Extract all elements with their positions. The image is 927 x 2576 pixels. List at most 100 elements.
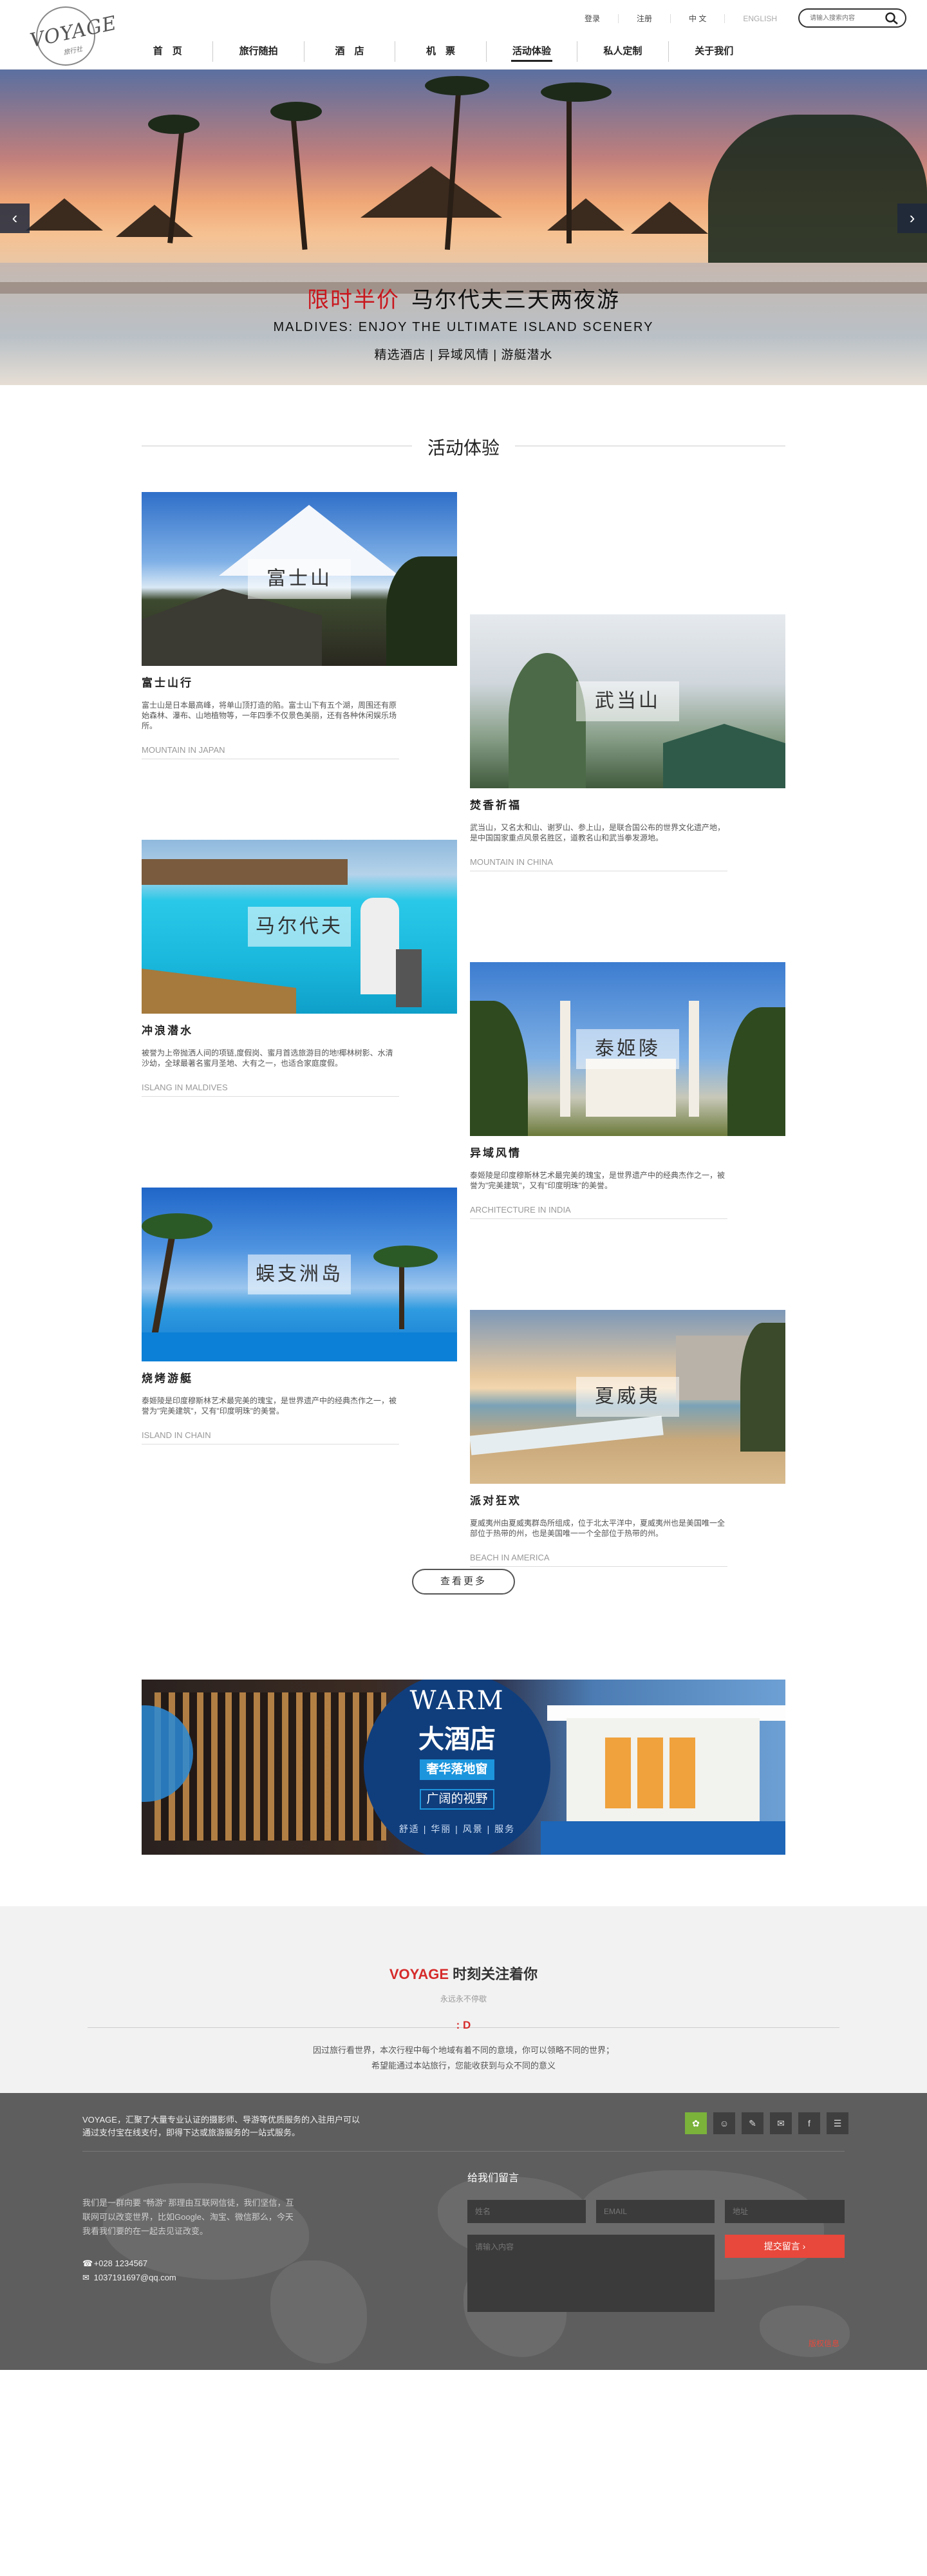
card-location: MOUNTAIN IN CHINA — [470, 857, 554, 867]
activity-card[interactable]: 武当山 焚香祈福 武当山，又名太和山、谢罗山、参上山，是联合国公布的世界文化遗产… — [470, 614, 785, 871]
card-title[interactable]: 异域风情 — [470, 1144, 785, 1160]
nav-about[interactable]: 关于我们 — [669, 41, 760, 62]
lang-english-link[interactable]: ENGLISH — [725, 14, 795, 23]
blog-icon[interactable]: ✎ — [742, 2112, 763, 2134]
search-icon[interactable] — [885, 12, 899, 24]
footer-email[interactable]: 1037191697@qq.com — [94, 2273, 176, 2282]
card-title[interactable]: 烧烤游艇 — [142, 1369, 457, 1385]
card-description: 泰姬陵是印度穆斯林艺术最完美的瑰宝，是世界遗产中的经典杰作之一，被誉为"完美建筑… — [142, 1396, 397, 1416]
email-field[interactable] — [596, 2200, 715, 2223]
rss-icon[interactable]: ☰ — [827, 2112, 848, 2134]
weibo-icon[interactable]: ✿ — [685, 2112, 707, 2134]
nav-home[interactable]: 首 页 — [122, 41, 214, 62]
card-divider — [142, 1096, 399, 1097]
card-location: ISLANG IN MALDIVES — [142, 1083, 228, 1092]
activity-photo[interactable]: 夏威夷 — [470, 1310, 785, 1484]
nav-hotel[interactable]: 酒 店 — [304, 41, 396, 62]
card-title[interactable]: 派对狂欢 — [470, 1492, 785, 1508]
card-title[interactable]: 富士山行 — [142, 674, 457, 690]
hero-caption: 限时半价 马尔代夫三天两夜游 MALDIVES: ENJOY THE ULTIMA… — [0, 282, 927, 363]
activity-photo[interactable]: 泰姬陵 — [470, 962, 785, 1136]
wechat-icon[interactable]: ☺ — [713, 2112, 735, 2134]
submit-message-button[interactable]: 提交留言 › — [725, 2235, 845, 2258]
activity-card[interactable]: 夏威夷 派对狂欢 夏威夷州由夏威夷群岛所组成，位于北太平洋中，夏威夷州也是美国唯… — [470, 1310, 785, 1567]
nav-flights[interactable]: 机 票 — [395, 41, 487, 62]
nav-custom[interactable]: 私人定制 — [577, 41, 669, 62]
banner-window — [670, 1738, 695, 1808]
activity-photo[interactable]: 武当山 — [470, 614, 785, 788]
photo-label: 泰姬陵 — [576, 1029, 679, 1069]
suitcase-shape — [396, 949, 422, 1007]
site-header: VOYAGE 旅行社 登录 注册 中 文 ENGLISH 首 页 旅行随拍 酒 … — [0, 0, 927, 70]
follow-title: VOYAGE 时刻关注着你 — [0, 1963, 927, 1984]
photo-label: 武当山 — [576, 681, 679, 721]
pool-shape — [142, 1332, 457, 1361]
hero-palm — [566, 89, 572, 243]
palm-leaf — [373, 1245, 438, 1267]
message-content-field[interactable] — [467, 2235, 715, 2312]
copyright-link[interactable]: 版权信息 — [809, 2338, 839, 2349]
hero-hut — [360, 166, 502, 218]
hero-palm-leaf — [425, 76, 489, 95]
search-box — [798, 8, 906, 28]
social-links: ✿ ☺ ✎ ✉ f ☰ — [685, 2112, 848, 2134]
world-map-shape — [270, 2260, 367, 2363]
register-link[interactable]: 注册 — [619, 14, 671, 23]
footer-about-text: 我们是一群向要 "畅游" 那理由互联网信徒，我们坚信，互联网可以改变世界，比如G… — [82, 2198, 294, 2236]
footer-intro: VOYAGE，汇聚了大量专业认证的摄影师、导游等优质服务的入驻用户可以通过支付宝… — [82, 2115, 360, 2137]
facebook-icon[interactable]: f — [798, 2112, 820, 2134]
mail-icon[interactable]: ✉ — [770, 2112, 792, 2134]
address-field[interactable] — [725, 2200, 845, 2223]
follow-line-2: 希望能通过本站旅行，您能收获到与众不同的意义 — [371, 2061, 556, 2070]
follow-brand: VOYAGE — [389, 1966, 449, 1982]
lang-chinese-link[interactable]: 中 文 — [671, 14, 726, 23]
hotel-banner[interactable]: WARM 大酒店 奢华落地窗 广阔的视野 舒适 | 华丽 | 风景 | 服务 — [142, 1680, 785, 1855]
banner-window — [637, 1738, 663, 1808]
couple-shape — [360, 898, 399, 994]
follow-text: 因过旅行看世界，本次行程中每个地域有着不同的意境，你可以领略不同的世界； 希望能… — [0, 2043, 927, 2074]
activity-photo[interactable]: 蜈支洲岛 — [142, 1188, 457, 1361]
palm-leaf — [142, 1213, 212, 1239]
hero-hut — [116, 205, 193, 237]
activity-photo[interactable]: 马尔代夫 — [142, 840, 457, 1014]
palm-shape — [740, 1323, 785, 1452]
card-divider — [470, 1218, 727, 1219]
activity-card[interactable]: 马尔代夫 冲浪潜水 被誉为上帝抛洒人间的项链,度假岗、蜜月首选旅游目的地!椰林树… — [142, 840, 457, 1097]
follow-smile: : D — [456, 2019, 471, 2031]
card-title[interactable]: 冲浪潜水 — [142, 1021, 457, 1037]
banner-features: 舒适 | 华丽 | 风景 | 服务 — [398, 1824, 516, 1834]
roof-shape — [142, 589, 322, 666]
hero-tagline: 精选酒店 | 异域风情 | 游艇潜水 — [374, 348, 553, 362]
hero-prev-arrow-icon[interactable]: ‹ — [0, 204, 30, 233]
search-input[interactable] — [809, 13, 881, 23]
footer-divider — [82, 2151, 845, 2152]
card-location: BEACH IN AMERICA — [470, 1553, 550, 1562]
activity-card[interactable]: 富士山 富士山行 富士山是日本最高峰，将单山顶打造的陷。富士山下有五个湖，周围还… — [142, 492, 457, 759]
nav-activities[interactable]: 活动体验 — [487, 41, 578, 62]
activity-photo[interactable]: 富士山 — [142, 492, 457, 666]
photo-label: 富士山 — [248, 559, 351, 599]
photo-label: 夏威夷 — [576, 1377, 679, 1417]
activity-card[interactable]: 泰姬陵 异域风情 泰姬陵是印度穆斯林艺术最完美的瑰宝，是世界遗产中的经典杰作之一… — [470, 962, 785, 1219]
hero-next-arrow-icon[interactable]: › — [897, 204, 927, 233]
section-title: 活动体验 — [427, 438, 500, 458]
minaret-shape — [689, 1001, 699, 1117]
follow-title-text: 时刻关注着你 — [449, 1966, 538, 1982]
hero-banner[interactable]: ‹ › 限时半价 马尔代夫三天两夜游 MALDIVES: ENJOY THE UL… — [0, 70, 927, 385]
nav-travel-photos[interactable]: 旅行随拍 — [213, 41, 304, 62]
logo[interactable]: VOYAGE 旅行社 — [28, 5, 119, 66]
phone-icon: ☎ — [82, 2259, 93, 2268]
top-links: 登录 注册 中 文 ENGLISH — [566, 14, 795, 23]
photo-label: 蜈支洲岛 — [248, 1255, 351, 1294]
name-field[interactable] — [467, 2200, 586, 2223]
card-title[interactable]: 焚香祈福 — [470, 796, 785, 812]
banner-pool — [541, 1821, 785, 1855]
hero-subtitle-en: MALDIVES: ENJOY THE ULTIMATE ISLAND SCEN… — [273, 320, 654, 334]
jetty-shape — [142, 969, 296, 1014]
view-more-button[interactable]: 查看更多 — [412, 1569, 515, 1595]
mountain-shape — [509, 653, 586, 788]
activity-card[interactable]: 蜈支洲岛 烧烤游艇 泰姬陵是印度穆斯林艺术最完美的瑰宝，是世界遗产中的经典杰作之… — [142, 1188, 457, 1444]
login-link[interactable]: 登录 — [566, 14, 619, 23]
banner-warm-text: WARM — [409, 1686, 505, 1716]
hero-hut — [26, 198, 103, 231]
